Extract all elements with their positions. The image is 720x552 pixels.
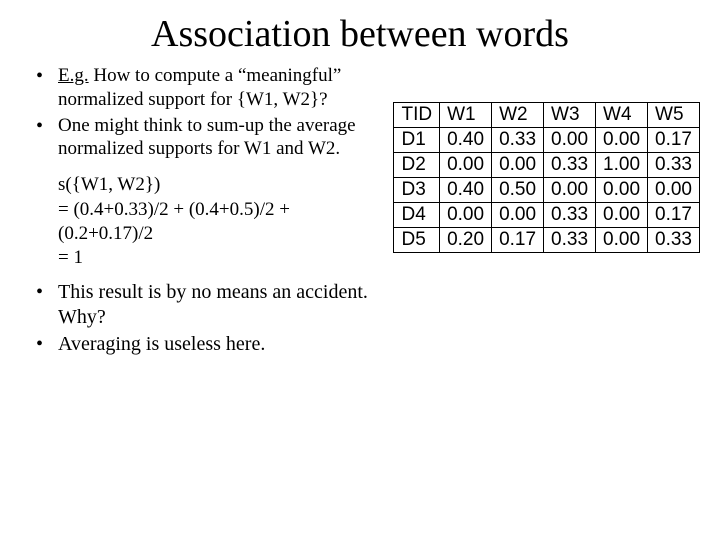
bullet-1-prefix: E.g. [58, 65, 89, 86]
cell: D3 [394, 178, 440, 203]
right-column: TID W1 W2 W3 W4 W5 D1 0.40 0.33 0.00 0.0… [393, 102, 700, 253]
calc-line-1: s({W1, W2}) [28, 173, 385, 197]
bullet-1-text-c: 2}? [301, 89, 328, 110]
cell: 0.00 [544, 178, 596, 203]
cell: 0.33 [648, 228, 700, 253]
cell: D2 [394, 153, 440, 178]
left-column: E.g. How to compute a “meaningful” norma… [28, 64, 385, 270]
bullet-4: Averaging is useless here. [28, 332, 398, 357]
bullet-2-text-b: and W [271, 138, 326, 159]
bullet-1: E.g. How to compute a “meaningful” norma… [28, 64, 385, 112]
table-row: D3 0.40 0.50 0.00 0.00 0.00 [394, 178, 700, 203]
cell: 0.33 [492, 128, 544, 153]
th-w1: W1 [440, 103, 492, 128]
data-table: TID W1 W2 W3 W4 W5 D1 0.40 0.33 0.00 0.0… [393, 102, 700, 253]
th-tid: TID [394, 103, 440, 128]
table-row: D2 0.00 0.00 0.33 1.00 0.33 [394, 153, 700, 178]
calc-line-2: = (0.4+0.33)/2 + (0.4+0.5)/2 + (0.2+0.17… [28, 198, 385, 246]
bullet-2-w2-sub: 2 [326, 138, 336, 159]
cell: 0.50 [492, 178, 544, 203]
cell: 0.33 [544, 153, 596, 178]
cell: 0.00 [596, 228, 648, 253]
cell: 0.20 [440, 228, 492, 253]
cell: 1.00 [596, 153, 648, 178]
bullet-2-text-c: . [335, 138, 340, 159]
cell: D4 [394, 203, 440, 228]
cell: 0.17 [648, 203, 700, 228]
bullet-2-w1-sub: 1 [262, 138, 272, 159]
table-header-row: TID W1 W2 W3 W4 W5 [394, 103, 700, 128]
lower-bullets-area: This result is by no means an accident. … [0, 270, 418, 357]
cell: 0.17 [648, 128, 700, 153]
slide-title: Association between words [0, 12, 720, 56]
bullet-list-top: E.g. How to compute a “meaningful” norma… [28, 64, 385, 161]
bullet-3: This result is by no means an accident. … [28, 280, 398, 330]
cell: 0.33 [544, 228, 596, 253]
cell: 0.00 [648, 178, 700, 203]
cell: 0.00 [596, 203, 648, 228]
table-row: D4 0.00 0.00 0.33 0.00 0.17 [394, 203, 700, 228]
cell: 0.00 [440, 153, 492, 178]
bullet-1-text-b: 1, W [264, 89, 301, 110]
content-area: E.g. How to compute a “meaningful” norma… [0, 56, 720, 270]
th-w5: W5 [648, 103, 700, 128]
th-w4: W4 [596, 103, 648, 128]
cell: 0.40 [440, 178, 492, 203]
table-row: D5 0.20 0.17 0.33 0.00 0.33 [394, 228, 700, 253]
bullet-2: One might think to sum-up the average no… [28, 114, 385, 162]
cell: 0.00 [440, 203, 492, 228]
cell: 0.00 [596, 128, 648, 153]
cell: 0.40 [440, 128, 492, 153]
cell: 0.00 [492, 153, 544, 178]
cell: 0.00 [492, 203, 544, 228]
th-w3: W3 [544, 103, 596, 128]
cell: D1 [394, 128, 440, 153]
bullet-list-bottom: This result is by no means an accident. … [28, 280, 398, 357]
table-row: D1 0.40 0.33 0.00 0.00 0.17 [394, 128, 700, 153]
cell: 0.00 [596, 178, 648, 203]
cell: 0.17 [492, 228, 544, 253]
calc-line-3: = 1 [28, 246, 385, 270]
cell: 0.33 [648, 153, 700, 178]
cell: 0.33 [544, 203, 596, 228]
th-w2: W2 [492, 103, 544, 128]
cell: 0.00 [544, 128, 596, 153]
cell: D5 [394, 228, 440, 253]
